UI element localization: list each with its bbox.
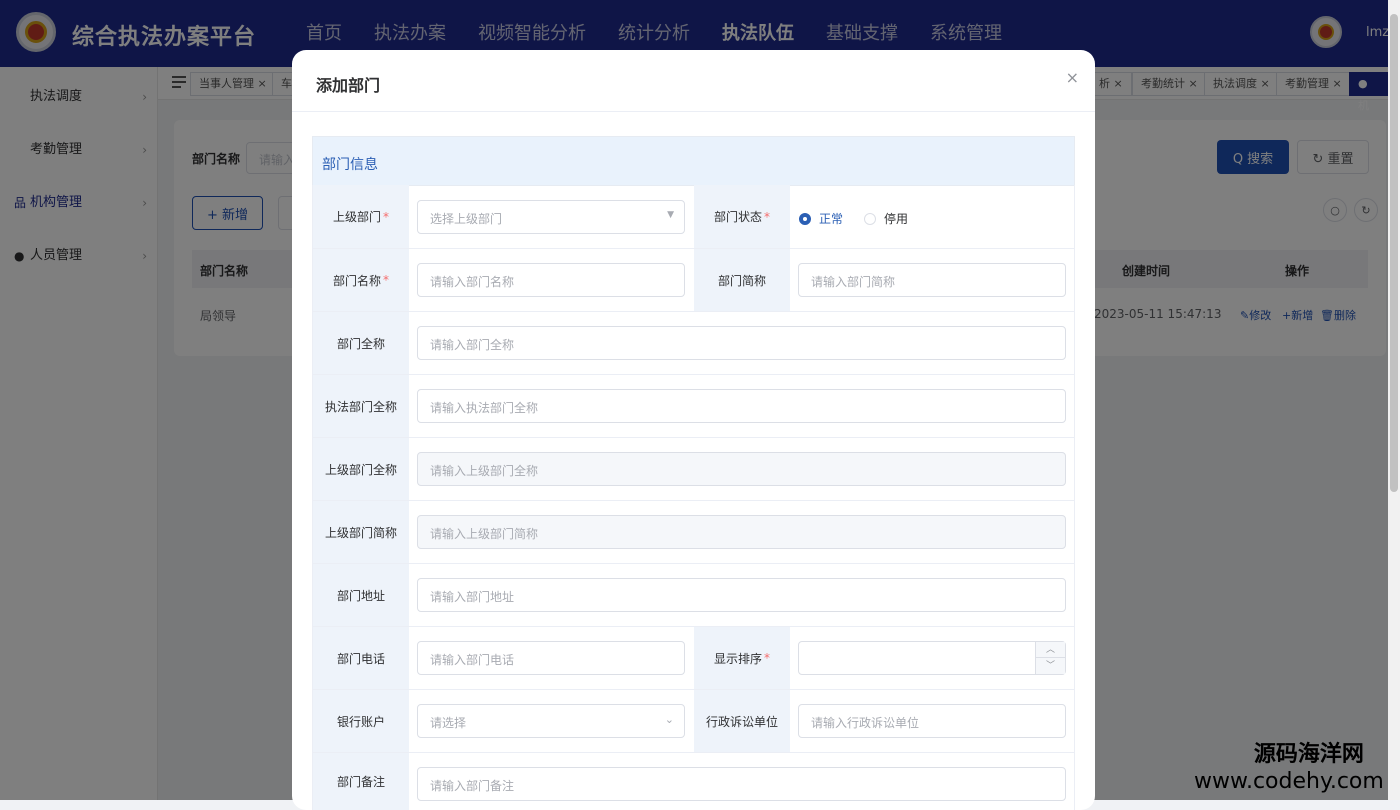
dept-full-input[interactable]: 请输入部门全称 xyxy=(417,326,1066,360)
page-scrollbar[interactable] xyxy=(1388,0,1400,800)
parent-short-label: 上级部门简称 xyxy=(313,501,409,563)
decrement-icon[interactable]: ﹀ xyxy=(1036,658,1065,674)
parent-full-input: 请输入上级部门全称 xyxy=(417,452,1066,486)
bank-label: 银行账户 xyxy=(313,690,409,752)
parent-dept-select[interactable]: 选择上级部门 ▼ xyxy=(417,200,685,234)
address-label: 部门地址 xyxy=(313,564,409,626)
remark-label: 部门备注 xyxy=(313,753,409,810)
law-dept-full-label: 执法部门全称 xyxy=(313,375,409,437)
sort-stepper[interactable]: ︿ ﹀ xyxy=(1035,642,1065,674)
dept-short-label: 部门简称 xyxy=(694,249,790,311)
address-input[interactable]: 请输入部门地址 xyxy=(417,578,1066,612)
chevron-down-icon: ⌄ xyxy=(664,713,674,726)
dept-short-input[interactable]: 请输入部门简称 xyxy=(798,263,1066,297)
close-icon[interactable]: × xyxy=(1066,68,1079,87)
form-row-full: 部门全称 请输入部门全称 xyxy=(312,312,1075,375)
increment-icon[interactable]: ︿ xyxy=(1036,642,1065,658)
dept-name-input[interactable]: 请输入部门名称 xyxy=(417,263,685,297)
dept-full-label: 部门全称 xyxy=(313,312,409,374)
form-row-remark: 部门备注 请输入部门备注 xyxy=(312,753,1075,810)
section-header: 部门信息 xyxy=(312,136,1075,186)
phone-input[interactable]: 请输入部门电话 xyxy=(417,641,685,675)
dialog-divider xyxy=(292,111,1095,112)
parent-short-input: 请输入上级部门简称 xyxy=(417,515,1066,549)
parent-full-label: 上级部门全称 xyxy=(313,438,409,500)
dept-name-label: 部门名称 * xyxy=(313,249,409,311)
parent-dept-label: 上级部门 * xyxy=(313,185,409,248)
form-row-name-short: 部门名称 * 请输入部门名称 部门简称 请输入部门简称 xyxy=(312,249,1075,312)
phone-label: 部门电话 xyxy=(313,627,409,689)
form-row-parent-status: 上级部门 * 选择上级部门 ▼ 部门状态 * 正常 停用 xyxy=(312,185,1075,249)
dialog-title: 添加部门 xyxy=(316,76,381,95)
form-row-parent-full: 上级部门全称 请输入上级部门全称 xyxy=(312,438,1075,501)
status-radio-normal[interactable]: 正常 xyxy=(799,210,843,227)
status-label: 部门状态 * xyxy=(694,185,790,248)
litigation-label: 行政诉讼单位 xyxy=(694,690,790,752)
form-row-phone-sort: 部门电话 请输入部门电话 显示排序 * ︿ ﹀ xyxy=(312,627,1075,690)
status-radio-disabled[interactable]: 停用 xyxy=(864,210,908,227)
scrollbar-thumb[interactable] xyxy=(1390,14,1398,492)
litigation-input[interactable]: 请输入行政诉讼单位 xyxy=(798,704,1066,738)
sort-number-input[interactable]: ︿ ﹀ xyxy=(798,641,1066,675)
form-row-parent-short: 上级部门简称 请输入上级部门简称 xyxy=(312,501,1075,564)
bank-select[interactable]: 请选择 ⌄ xyxy=(417,704,685,738)
form-row-law-full: 执法部门全称 请输入执法部门全称 xyxy=(312,375,1075,438)
remark-input[interactable]: 请输入部门备注 xyxy=(417,767,1066,801)
caret-down-icon: ▼ xyxy=(667,210,674,220)
section-title: 部门信息 xyxy=(322,157,378,173)
law-dept-full-input[interactable]: 请输入执法部门全称 xyxy=(417,389,1066,423)
add-dept-dialog: 添加部门 × 部门信息 上级部门 * 选择上级部门 ▼ 部门状态 * 正常 停用 部门… xyxy=(292,50,1095,810)
form-row-address: 部门地址 请输入部门地址 xyxy=(312,564,1075,627)
watermark: 源码海洋网 www.codehy.com xyxy=(1194,742,1384,794)
sort-label: 显示排序 * xyxy=(694,627,790,689)
form-row-bank-litigation: 银行账户 请选择 ⌄ 行政诉讼单位 请输入行政诉讼单位 xyxy=(312,690,1075,753)
